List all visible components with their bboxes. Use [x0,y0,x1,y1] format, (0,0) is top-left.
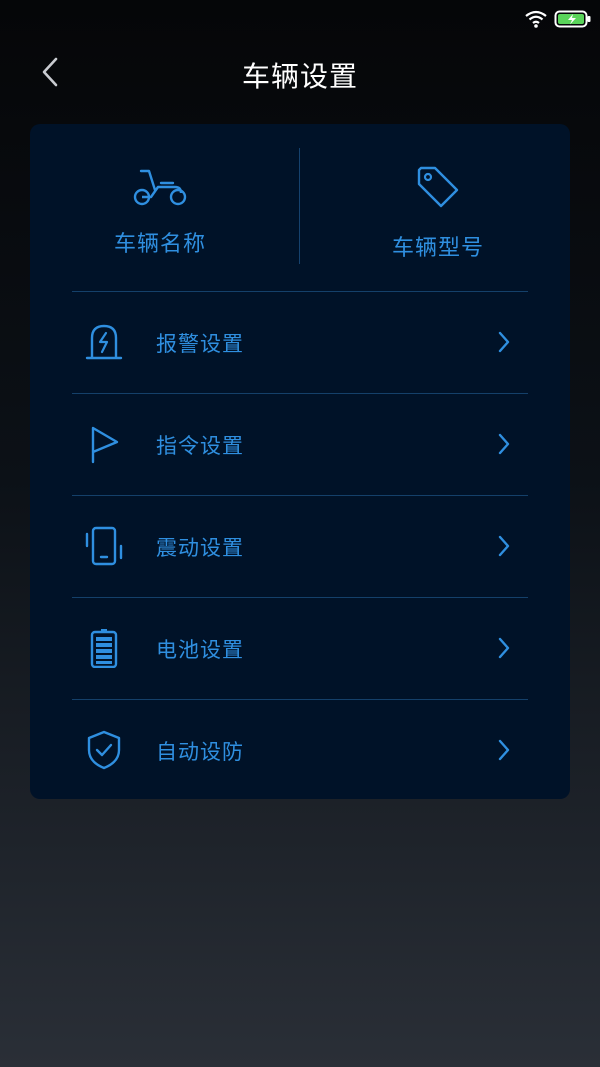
status-bar [0,0,600,40]
status-icons [524,9,592,33]
chevron-right-icon [496,738,512,762]
vehicle-name-button[interactable]: 车辆名称 [30,148,290,268]
chevron-right-icon [496,534,512,558]
vehicle-model-button[interactable]: 车辆型号 [308,148,568,268]
menu-item-label: 电池设置 [156,638,244,662]
flag-icon [84,424,124,464]
settings-menu: 报警设置 指令设置 震动设置 电池设置 自动设防 [72,291,528,801]
menu-item-battery-settings[interactable]: 电池设置 [72,597,528,699]
page-title: 车辆设置 [241,60,358,93]
alarm-icon [84,322,124,362]
menu-item-label: 报警设置 [156,332,244,356]
chevron-right-icon [496,330,512,354]
menu-item-label: 震动设置 [156,536,244,560]
battery-charging-icon [554,9,592,33]
vibration-icon [84,526,124,566]
menu-item-vibration-settings[interactable]: 震动设置 [72,495,528,597]
menu-item-label: 自动设防 [156,740,244,764]
vehicle-info-section: 车辆名称 车辆型号 [30,124,570,291]
vehicle-model-label: 车辆型号 [391,236,484,261]
tag-icon [408,162,468,212]
chevron-right-icon [496,432,512,456]
wifi-icon [524,9,548,33]
battery-icon [84,628,124,668]
chevron-right-icon [496,636,512,660]
menu-item-alarm-settings[interactable]: 报警设置 [72,291,528,393]
header: 车辆设置 [0,40,600,110]
settings-card: 车辆名称 车辆型号 报警设置 指令设置 震动设置 电池设置 自动设防 [30,124,570,799]
scooter-icon [130,162,190,212]
vehicle-name-label: 车辆名称 [113,232,206,257]
menu-item-auto-arm[interactable]: 自动设防 [72,699,528,801]
shield-check-icon [84,730,124,770]
menu-item-label: 指令设置 [156,434,244,458]
menu-item-command-settings[interactable]: 指令设置 [72,393,528,495]
divider [299,148,300,264]
